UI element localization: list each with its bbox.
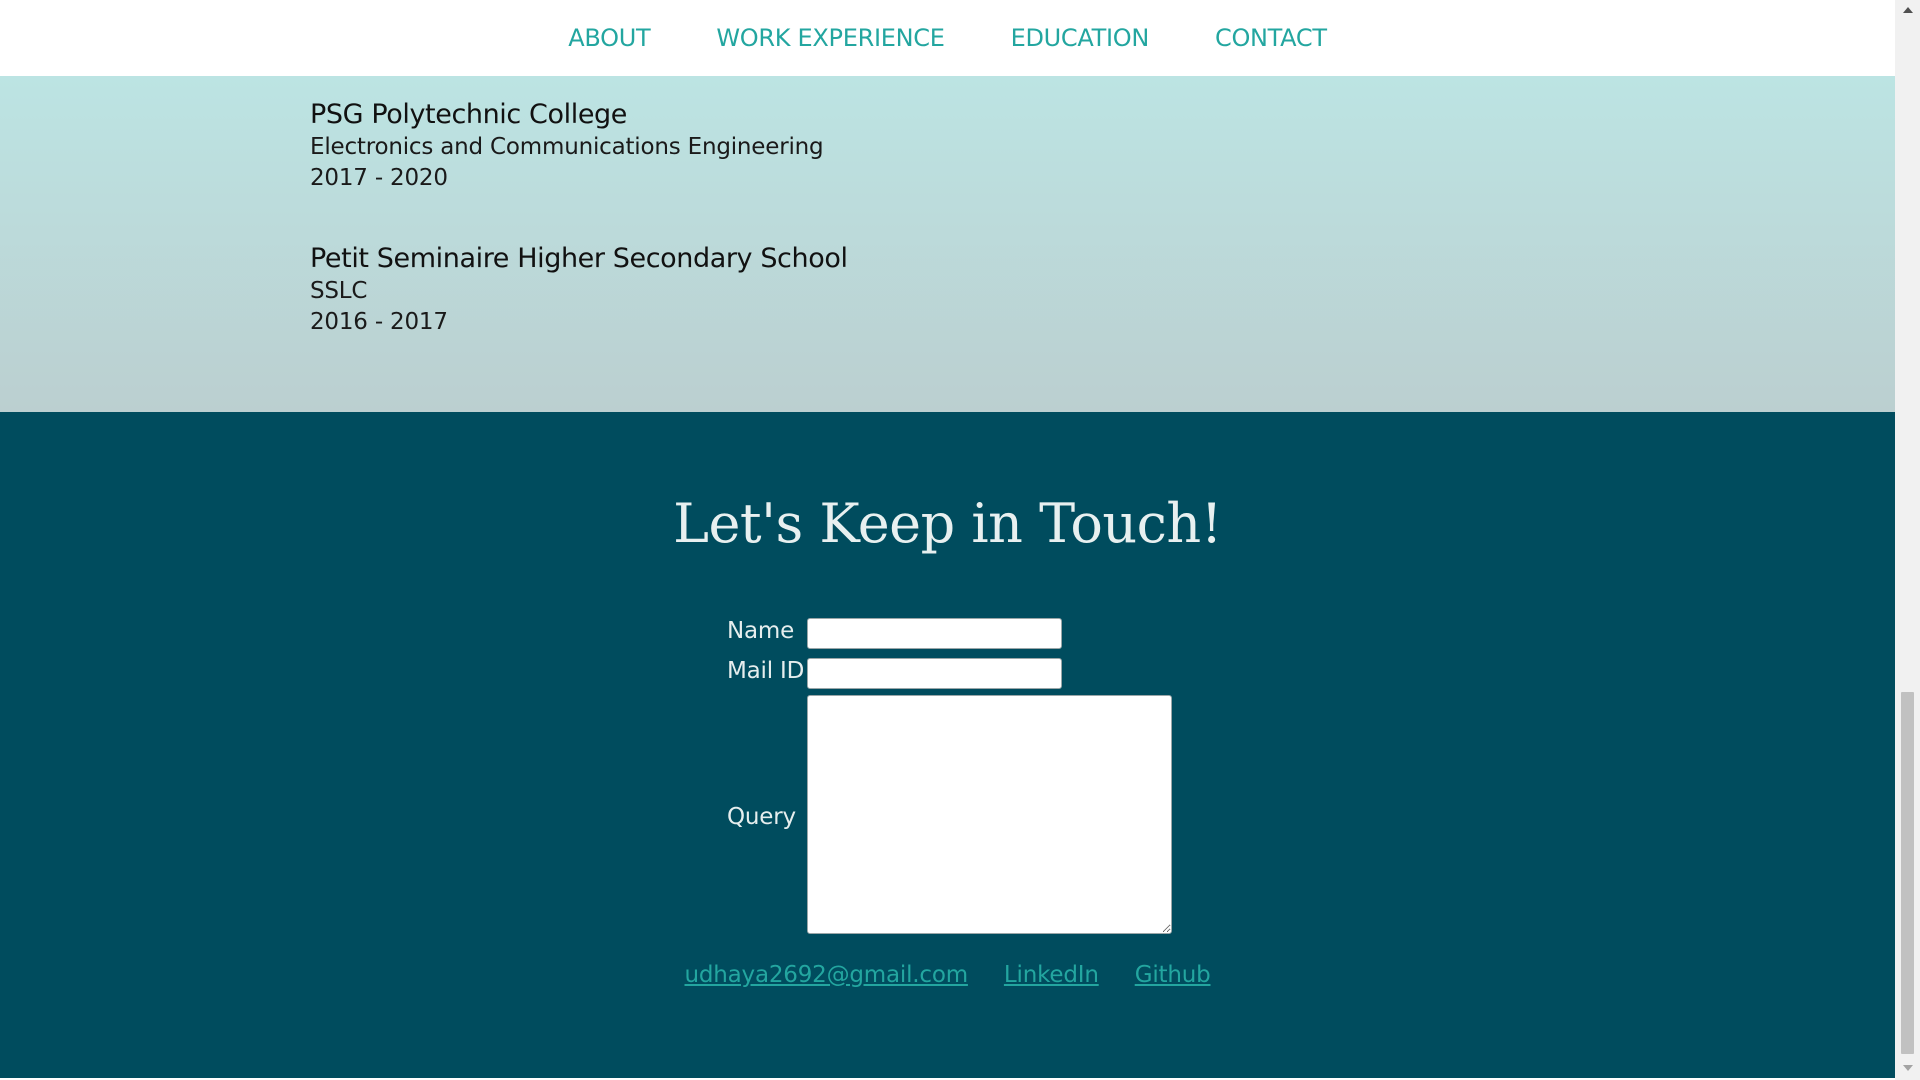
contact-section: Let's Keep in Touch! Name Mail ID Query … xyxy=(0,412,1895,1078)
github-link[interactable]: Github xyxy=(1135,962,1211,988)
school-name: Petit Seminaire Higher Secondary School xyxy=(310,243,848,274)
portfolio-page: ABOUT WORK EXPERIENCE EDUCATION CONTACT … xyxy=(0,0,1895,1078)
program-name: Electronics and Communications Engineeri… xyxy=(310,134,824,160)
study-years: 2017 - 2020 xyxy=(310,165,448,191)
name-input[interactable] xyxy=(807,618,1062,649)
name-label: Name xyxy=(727,618,795,644)
nav-item-education[interactable]: EDUCATION xyxy=(1011,24,1150,52)
linkedin-link[interactable]: LinkedIn xyxy=(1004,962,1099,988)
email-link[interactable]: udhaya2692@gmail.com xyxy=(685,962,969,988)
vertical-scrollbar[interactable] xyxy=(1895,0,1920,1080)
top-navigation: ABOUT WORK EXPERIENCE EDUCATION CONTACT xyxy=(0,0,1895,76)
education-entry: Petit Seminaire Higher Secondary School … xyxy=(310,242,848,338)
education-section: PSG Polytechnic College Electronics and … xyxy=(0,76,1895,412)
query-textarea[interactable] xyxy=(807,695,1172,934)
triangle-up-icon[interactable] xyxy=(1895,0,1920,20)
study-years: 2016 - 2017 xyxy=(310,309,448,335)
nav-item-about[interactable]: ABOUT xyxy=(568,24,650,52)
query-label: Query xyxy=(727,804,796,830)
school-name: PSG Polytechnic College xyxy=(310,99,627,130)
program-name: SSLC xyxy=(310,278,368,304)
education-entry: PSG Polytechnic College Electronics and … xyxy=(310,98,824,194)
triangle-down-icon[interactable] xyxy=(1895,1058,1920,1078)
mail-id-label: Mail ID xyxy=(727,658,805,684)
nav-item-contact[interactable]: CONTACT xyxy=(1215,24,1327,52)
scrollbar-thumb[interactable] xyxy=(1901,692,1914,1054)
contact-title: Let's Keep in Touch! xyxy=(673,492,1222,555)
nav-menu: ABOUT WORK EXPERIENCE EDUCATION CONTACT xyxy=(0,0,1895,76)
mail-id-input[interactable] xyxy=(807,658,1062,689)
contact-links: udhaya2692@gmail.com LinkedIn Github xyxy=(0,962,1895,988)
nav-item-work-experience[interactable]: WORK EXPERIENCE xyxy=(716,24,945,52)
